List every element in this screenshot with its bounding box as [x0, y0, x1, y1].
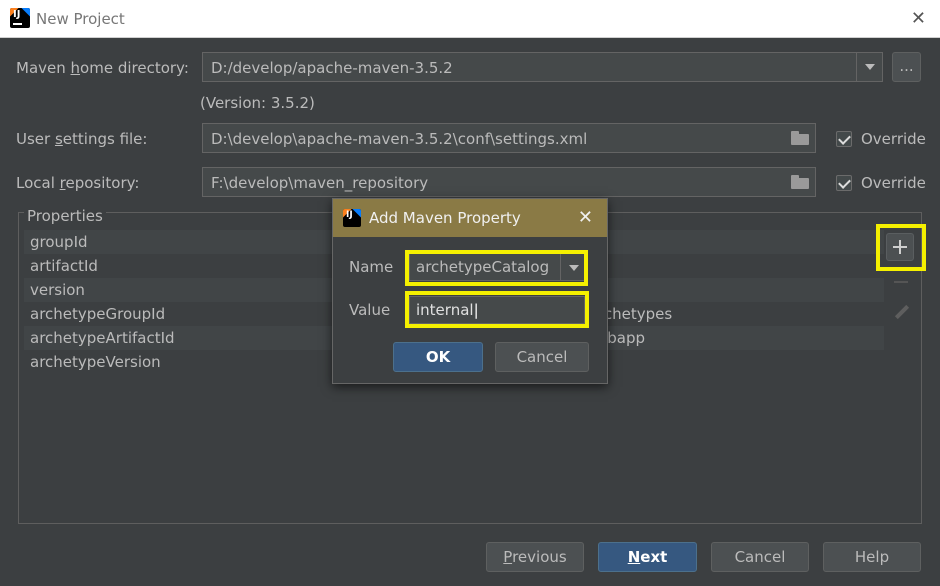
name-label: Name: [349, 258, 394, 276]
close-icon[interactable]: ✕: [578, 207, 593, 228]
help-button[interactable]: Help: [823, 542, 921, 572]
override-repository-label: Override: [861, 174, 926, 192]
window-titlebar: IJ New Project ✕: [0, 0, 940, 38]
user-settings-value: D:\develop\apache-maven-3.5.2\conf\setti…: [211, 130, 588, 148]
override-settings-checkbox[interactable]: [836, 131, 852, 147]
property-value: rchetypes: [598, 305, 673, 323]
local-repository-value: F:\develop\maven_repository: [211, 174, 429, 192]
local-repository-field[interactable]: F:\develop\maven_repository: [202, 167, 816, 197]
intellij-logo-icon: IJ: [343, 209, 361, 227]
folder-icon[interactable]: [791, 175, 809, 189]
maven-home-value: D:/develop/apache-maven-3.5.2: [211, 59, 453, 77]
cancel-button[interactable]: Cancel: [711, 542, 809, 572]
browse-maven-home-button[interactable]: ...: [892, 52, 921, 82]
override-repository-checkbox[interactable]: [836, 175, 852, 191]
user-settings-field[interactable]: D:\develop\apache-maven-3.5.2\conf\setti…: [202, 123, 816, 153]
dialog-titlebar: IJ Add Maven Property ✕: [333, 199, 607, 237]
ok-button[interactable]: OK: [393, 342, 483, 372]
user-settings-label: User settings file:: [16, 130, 148, 148]
name-field-highlight: [405, 250, 588, 286]
properties-toolbar: [884, 230, 918, 520]
property-key: artifactId: [30, 257, 98, 275]
previous-button[interactable]: Previous: [486, 542, 584, 572]
property-key: archetypeVersion: [30, 353, 161, 371]
edit-property-icon[interactable]: [893, 304, 911, 322]
value-field-highlight: [405, 291, 589, 328]
dialog-cancel-button[interactable]: Cancel: [495, 342, 589, 372]
dialog-title: Add Maven Property: [369, 209, 521, 227]
maven-home-select[interactable]: D:/develop/apache-maven-3.5.2: [202, 52, 883, 82]
maven-home-label: Maven home directory:: [16, 59, 189, 77]
remove-property-icon[interactable]: [894, 281, 908, 283]
local-repository-label: Local repository:: [16, 174, 140, 192]
close-icon[interactable]: ✕: [911, 8, 926, 29]
maven-version-text: (Version: 3.5.2): [200, 94, 315, 112]
add-button-highlight: [876, 224, 926, 271]
properties-legend: Properties: [24, 207, 106, 225]
override-settings-label: Override: [861, 130, 926, 148]
next-button[interactable]: Next: [598, 542, 697, 572]
chevron-down-icon[interactable]: [856, 53, 882, 81]
property-key: archetypeArtifactId: [30, 329, 175, 347]
folder-icon[interactable]: [791, 131, 809, 145]
value-label: Value: [349, 301, 391, 319]
intellij-logo-icon: IJ: [10, 8, 30, 28]
property-key: version: [30, 281, 85, 299]
property-key: archetypeGroupId: [30, 305, 166, 323]
window-title: New Project: [36, 10, 125, 28]
property-key: groupId: [30, 233, 88, 251]
